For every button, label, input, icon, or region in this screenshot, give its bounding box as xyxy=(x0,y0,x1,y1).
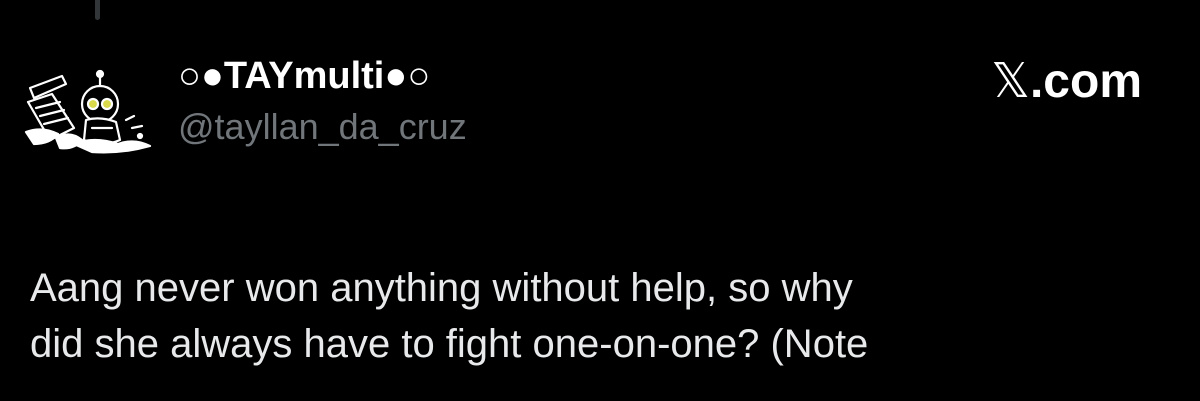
avatar[interactable] xyxy=(22,58,162,158)
tweet-line: did she always have to fight one-on-one?… xyxy=(30,322,869,366)
tweet-text: Aang never won anything without help, so… xyxy=(30,260,1180,372)
thread-connector-line xyxy=(95,0,100,20)
robot-character-icon xyxy=(24,69,152,154)
username-handle[interactable]: @tayllan_da_cruz xyxy=(178,106,467,148)
display-name[interactable]: ○●TAYmulti●○ xyxy=(178,54,467,98)
author-info: ○●TAYmulti●○ @tayllan_da_cruz xyxy=(178,54,467,148)
x-brand-watermark: 𝕏.com xyxy=(991,53,1142,110)
x-logo-icon: 𝕏 xyxy=(991,53,1030,109)
tweet-line: Aang never won anything without help, so… xyxy=(30,266,853,310)
brand-domain-label: .com xyxy=(1029,55,1142,108)
